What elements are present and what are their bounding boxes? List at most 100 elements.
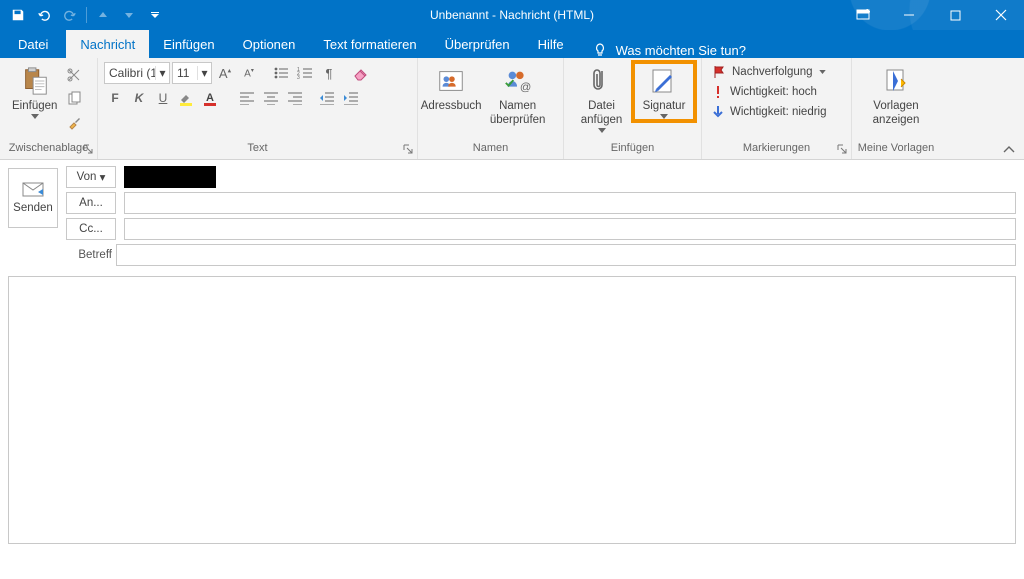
tags-launcher[interactable] xyxy=(835,142,849,156)
tab-file[interactable]: Datei xyxy=(0,30,66,58)
chevron-down-icon xyxy=(819,70,826,74)
svg-text:@: @ xyxy=(520,81,531,93)
to-field[interactable] xyxy=(124,192,1016,214)
tell-me-label: Was möchten Sie tun? xyxy=(616,43,746,58)
align-center-button[interactable] xyxy=(260,87,282,109)
tab-message[interactable]: Nachricht xyxy=(66,30,149,58)
chevron-down-icon xyxy=(598,128,606,133)
format-painter-button[interactable] xyxy=(63,112,85,134)
save-icon[interactable] xyxy=(6,3,30,27)
group-label-include: Einfügen xyxy=(611,142,654,154)
align-left-button[interactable] xyxy=(236,87,258,109)
brush-icon xyxy=(66,115,82,131)
scissors-icon xyxy=(66,67,82,83)
lightbulb-icon xyxy=(592,42,608,58)
view-templates-button[interactable]: Vorlagen anzeigen xyxy=(858,62,934,130)
message-body[interactable] xyxy=(8,276,1016,544)
flag-icon xyxy=(712,65,726,79)
maximize-button[interactable] xyxy=(932,0,978,30)
tab-insert[interactable]: Einfügen xyxy=(149,30,228,58)
chevron-down-icon: ▾ xyxy=(197,66,211,80)
paragraph-marks-button[interactable]: ¶ xyxy=(318,62,340,84)
numbering-button[interactable]: 123 xyxy=(294,62,316,84)
copy-button[interactable] xyxy=(63,88,85,110)
importance-high-icon xyxy=(712,85,724,99)
next-item-icon xyxy=(117,3,141,27)
attach-file-button[interactable]: Datei anfügen xyxy=(570,62,633,135)
address-book-icon xyxy=(436,64,466,98)
cc-field[interactable] xyxy=(124,218,1016,240)
tab-review[interactable]: Überprüfen xyxy=(431,30,524,58)
cc-button[interactable]: Cc... xyxy=(66,218,116,240)
address-book-button[interactable]: Adressbuch xyxy=(424,62,478,116)
send-icon xyxy=(22,182,44,198)
tab-options[interactable]: Optionen xyxy=(229,30,310,58)
bold-button[interactable]: F xyxy=(104,87,126,109)
close-button[interactable] xyxy=(978,0,1024,30)
signature-button[interactable]: Signatur xyxy=(633,62,695,121)
redo-icon xyxy=(58,3,82,27)
clipboard-launcher[interactable] xyxy=(81,142,95,156)
paste-button[interactable]: Einfügen xyxy=(6,62,63,121)
ribbon-display-options-icon[interactable] xyxy=(840,0,886,30)
font-launcher[interactable] xyxy=(401,142,415,156)
font-size-combo[interactable]: 11▾ xyxy=(172,62,212,84)
collapse-ribbon-button[interactable] xyxy=(1002,145,1016,155)
paste-icon xyxy=(20,64,50,98)
high-importance-button[interactable]: Wichtigkeit: hoch xyxy=(708,84,821,100)
send-button[interactable]: Senden xyxy=(8,168,58,228)
to-button[interactable]: An... xyxy=(66,192,116,214)
italic-button[interactable]: K xyxy=(128,87,150,109)
tell-me[interactable]: Was möchten Sie tun? xyxy=(578,42,746,58)
group-names: Adressbuch @ Namen überprüfen Namen xyxy=(418,58,564,159)
font-name-combo[interactable]: Calibri (1▾ xyxy=(104,62,170,84)
align-right-button[interactable] xyxy=(284,87,306,109)
ribbon-tabs: Datei Nachricht Einfügen Optionen Text f… xyxy=(0,30,1024,58)
qat-customize-icon[interactable] xyxy=(143,3,167,27)
bullets-button[interactable] xyxy=(270,62,292,84)
group-label-names: Namen xyxy=(473,142,508,154)
paperclip-icon xyxy=(590,64,614,98)
check-names-button[interactable]: @ Namen überprüfen xyxy=(478,62,557,130)
from-value-redacted xyxy=(124,166,216,188)
undo-icon[interactable] xyxy=(32,3,56,27)
highlight-button[interactable] xyxy=(176,87,198,109)
subject-label: Betreff xyxy=(58,249,116,261)
previous-item-icon xyxy=(91,3,115,27)
underline-button[interactable]: U xyxy=(152,87,174,109)
clear-formatting-button[interactable] xyxy=(350,62,372,84)
tab-help[interactable]: Hilfe xyxy=(524,30,578,58)
group-label-font: Text xyxy=(247,142,267,154)
compose-header: Senden Von ▾ An... Cc... Betreff xyxy=(0,160,1024,270)
chevron-down-icon xyxy=(660,114,668,119)
follow-up-button[interactable]: Nachverfolgung xyxy=(708,64,830,80)
group-label-clipboard: Zwischenablage xyxy=(9,142,89,154)
chevron-down-icon: ▾ xyxy=(155,66,169,80)
group-label-tags: Markierungen xyxy=(743,142,810,154)
tab-format-text[interactable]: Text formatieren xyxy=(309,30,430,58)
ribbon: Einfügen Zwischenablage Calibri (1▾ 11▾ … xyxy=(0,58,1024,160)
shrink-font-button[interactable]: A▾ xyxy=(238,62,260,84)
title-bar: Unbenannt - Nachricht (HTML) xyxy=(0,0,1024,30)
font-color-button[interactable]: A xyxy=(200,87,222,109)
copy-icon xyxy=(66,91,82,107)
cut-button[interactable] xyxy=(63,64,85,86)
decrease-indent-button[interactable] xyxy=(316,87,338,109)
importance-low-icon xyxy=(712,105,724,119)
from-button[interactable]: Von ▾ xyxy=(66,166,116,188)
grow-font-button[interactable]: A▴ xyxy=(214,62,236,84)
minimize-button[interactable] xyxy=(886,0,932,30)
increase-indent-button[interactable] xyxy=(340,87,362,109)
quick-access-toolbar xyxy=(0,3,167,27)
subject-field[interactable] xyxy=(116,244,1016,266)
signature-icon xyxy=(650,64,678,98)
group-clipboard: Einfügen Zwischenablage xyxy=(0,58,98,159)
window-controls xyxy=(840,0,1024,30)
group-font: Calibri (1▾ 11▾ A▴ A▾ 123 ¶ F K U A xyxy=(98,58,418,159)
low-importance-button[interactable]: Wichtigkeit: niedrig xyxy=(708,104,831,120)
group-include: Datei anfügen Signatur Einfügen xyxy=(564,58,702,159)
check-names-icon: @ xyxy=(503,64,533,98)
eraser-icon xyxy=(352,65,370,81)
svg-text:3: 3 xyxy=(297,75,300,80)
templates-icon xyxy=(883,64,909,98)
